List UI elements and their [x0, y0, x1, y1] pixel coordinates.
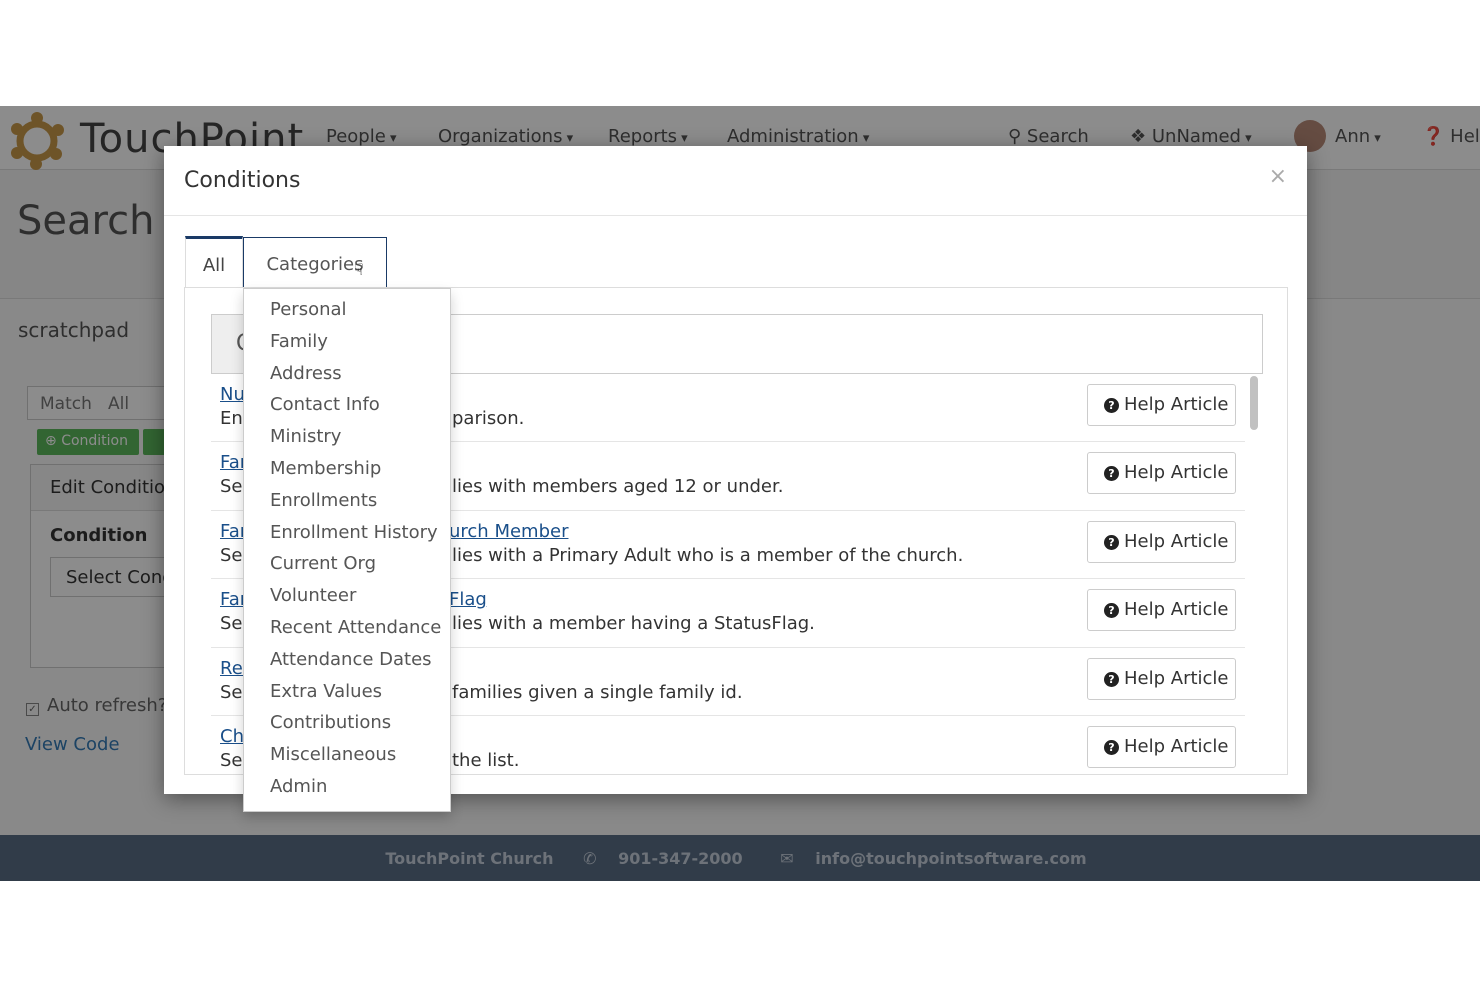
- question-circle-icon: ?: [1104, 739, 1119, 755]
- help-article-label: Help Article: [1124, 599, 1229, 621]
- condition-description-right: lies with a Primary Adult who is a membe…: [452, 544, 964, 566]
- help-article-label: Help Article: [1124, 735, 1229, 757]
- category-menu-item[interactable]: Enrollment History: [244, 516, 450, 548]
- list-scrollbar[interactable]: [1250, 376, 1258, 430]
- condition-title[interactable]: Nu: [220, 384, 245, 405]
- help-article-button[interactable]: ? Help Article: [1087, 589, 1236, 632]
- tab-all[interactable]: All: [185, 236, 243, 288]
- category-menu-item[interactable]: Volunteer: [244, 579, 450, 611]
- category-menu-item[interactable]: Address: [244, 357, 450, 389]
- help-article-button[interactable]: ? Help Article: [1087, 452, 1236, 495]
- hand-cursor-icon: ☟: [354, 260, 364, 279]
- condition-description-right: parison.: [452, 408, 525, 429]
- category-menu-item[interactable]: Recent Attendance: [244, 611, 450, 643]
- category-menu-item[interactable]: Contributions: [244, 706, 450, 738]
- category-menu-item[interactable]: Membership: [244, 452, 450, 484]
- help-article-button[interactable]: ? Help Article: [1087, 384, 1236, 426]
- condition-description-right: lies with a member having a StatusFlag.: [452, 613, 815, 635]
- category-menu-item[interactable]: Family: [244, 325, 450, 357]
- condition-title-right[interactable]: urch Member: [449, 521, 568, 542]
- help-article-button[interactable]: ? Help Article: [1087, 657, 1236, 700]
- help-article-label: Help Article: [1124, 394, 1229, 415]
- category-menu-item[interactable]: Attendance Dates: [244, 643, 450, 675]
- category-menu-item[interactable]: Ministry: [244, 420, 450, 452]
- category-menu-item[interactable]: Enrollments: [244, 484, 450, 516]
- category-menu-item[interactable]: Contact Info: [244, 388, 450, 420]
- condition-description-right: lies with members aged 12 or under.: [452, 476, 784, 498]
- categories-dropdown: Personal Family Address Contact Info Ministr…: [243, 288, 451, 812]
- question-circle-icon: ?: [1104, 534, 1119, 550]
- tab-categories-label: Categories: [266, 254, 364, 275]
- help-article-label: Help Article: [1124, 462, 1229, 484]
- category-menu-item[interactable]: Personal: [244, 293, 450, 325]
- screen: TouchPoint People Organizations Reports …: [0, 106, 1480, 881]
- category-menu-item[interactable]: Extra Values: [244, 675, 450, 707]
- category-menu-item[interactable]: Miscellaneous: [244, 738, 450, 770]
- question-circle-icon: ?: [1104, 398, 1119, 413]
- help-article-label: Help Article: [1124, 530, 1229, 552]
- question-circle-icon: ?: [1104, 466, 1119, 482]
- condition-title-right[interactable]: Flag: [449, 589, 487, 610]
- condition-description-right: the list.: [452, 749, 520, 771]
- help-article-button[interactable]: ? Help Article: [1087, 520, 1236, 563]
- close-icon[interactable]: ×: [1269, 164, 1287, 189]
- condition-description-right: families given a single family id.: [452, 681, 743, 703]
- question-circle-icon: ?: [1104, 671, 1119, 687]
- modal-header: Conditions ×: [164, 146, 1307, 216]
- help-article-button[interactable]: ? Help Article: [1087, 725, 1236, 768]
- category-menu-item[interactable]: Current Org: [244, 547, 450, 579]
- help-article-label: Help Article: [1124, 667, 1229, 689]
- category-menu-item[interactable]: Admin: [244, 770, 450, 802]
- question-circle-icon: ?: [1104, 603, 1119, 619]
- modal-title: Conditions: [184, 168, 301, 193]
- tab-categories[interactable]: Categories ☟: [243, 237, 387, 289]
